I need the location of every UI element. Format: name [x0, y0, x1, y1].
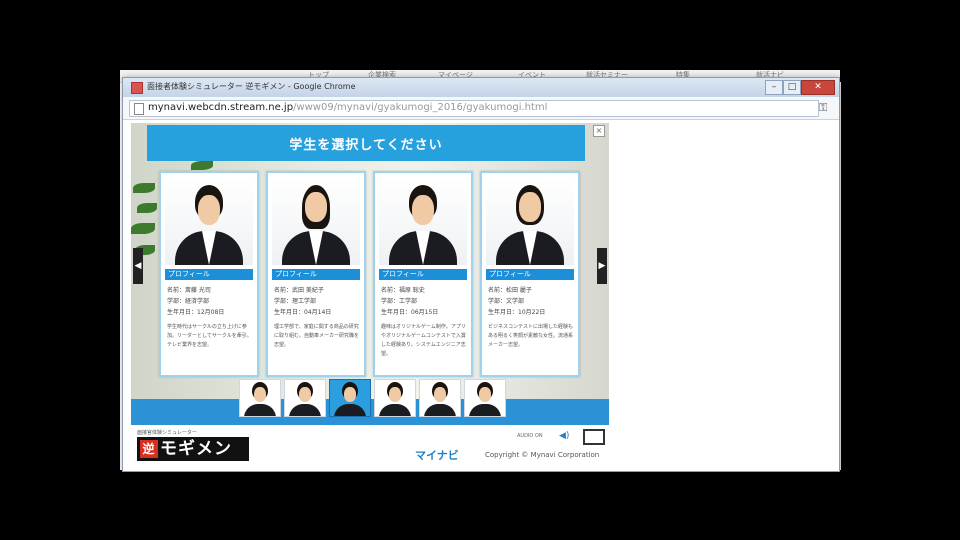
profile-label: プロフィール [272, 269, 360, 280]
candidate-info: 名前：斎藤 光司 学部：経済学部 生年月日：12月08日 [167, 285, 253, 318]
profile-label: プロフィール [165, 269, 253, 280]
simulator-stage: 学生を選択してください × ◀ ▶ プロフィール 名前：斎藤 光司 学部：経済学… [131, 123, 609, 425]
candidate-info: 名前：福原 聡史 学部：工学部 生年月日：06月15日 [381, 285, 467, 318]
candidate-card[interactable]: プロフィール 名前：松田 麗子 学部：文学部 生年月日：10月22日 ビジネスコ… [480, 171, 580, 377]
candidate-birthday: 生年月日：04月14日 [274, 309, 332, 316]
logo-text: モギメン [160, 439, 232, 459]
candidate-card[interactable]: プロフィール 名前：福原 聡史 学部：工学部 生年月日：06月15日 趣味はオリ… [373, 171, 473, 377]
page-icon [134, 103, 144, 115]
candidate-bio: 理工学部で、家庭に関する商品の研究に取り組む。自動車メーカー研究職を志望。 [274, 324, 360, 348]
profile-label: プロフィール [486, 269, 574, 280]
close-icon[interactable]: × [593, 125, 605, 137]
url-text: mynavi.webcdn.stream.ne.jp/www09/mynavi/… [148, 102, 547, 113]
candidate-name: 名前：福原 聡史 [381, 287, 425, 294]
student-thumbnail[interactable] [239, 379, 281, 417]
url-field[interactable]: mynavi.webcdn.stream.ne.jp/www09/mynavi/… [129, 100, 819, 117]
student-thumbnail[interactable] [464, 379, 506, 417]
address-bar: mynavi.webcdn.stream.ne.jp/www09/mynavi/… [123, 97, 839, 120]
popup-window: 面接者体験シミュレーター 逆モギメン - Google Chrome – □ ✕… [122, 77, 840, 472]
plant-leaf [131, 223, 155, 234]
candidate-photo [486, 177, 574, 265]
profile-label: プロフィール [379, 269, 467, 280]
app-icon [131, 82, 143, 94]
student-thumbnail[interactable] [419, 379, 461, 417]
candidate-faculty: 学部：文学部 [488, 298, 525, 305]
student-thumbnail[interactable] [284, 379, 326, 417]
candidate-card[interactable]: プロフィール 名前：武田 美紀子 学部：理工学部 生年月日：04月14日 理工学… [266, 171, 366, 377]
logo-tagline: 面接官体験シミュレーター [137, 430, 197, 436]
copyright-text: Copyright © Mynavi Corporation [485, 451, 600, 459]
gyakumogimen-logo: 面接官体験シミュレーター 逆モギメン [137, 429, 253, 463]
logo-red-mark: 逆 [140, 440, 158, 458]
audio-label: AUDIO ON [517, 433, 543, 439]
plant-leaf [137, 203, 157, 213]
candidate-photo [165, 177, 253, 265]
candidate-card[interactable]: プロフィール 名前：斎藤 光司 学部：経済学部 生年月日：12月08日 学生時代… [159, 171, 259, 377]
candidate-bio: 学生時代はサークルの立ち上げに参加。リーダーとしてサークルを牽引。テレビ業界を志… [167, 324, 252, 348]
url-path: /www09/mynavi/gyakumogi_2016/gyakumogi.h… [293, 102, 548, 113]
candidate-faculty: 学部：工学部 [381, 298, 418, 305]
candidate-birthday: 生年月日：12月08日 [167, 309, 225, 316]
candidate-bio: 趣味はオリジナルゲーム制作。アプリやオリジナルゲームコンテストで入賞した経験あり… [381, 324, 466, 357]
next-arrow-button[interactable]: ▶ [597, 248, 607, 284]
candidate-bio: ビジネスコンテストに出場した経験もある明るく笑顔が素敵な女性。流通系メーカー志望… [488, 324, 574, 348]
thumbnail-strip [131, 375, 609, 425]
candidate-faculty: 学部：経済学部 [167, 298, 210, 305]
key-icon[interactable]: ⚿ [819, 101, 827, 115]
plant-leaf [133, 183, 155, 193]
simulator-footer: 面接官体験シミュレーター 逆モギメン AUDIO ON ◀) マイナビ Copy… [131, 425, 609, 467]
close-window-button[interactable]: ✕ [801, 80, 835, 95]
candidate-birthday: 生年月日：06月15日 [381, 309, 439, 316]
logo-wordmark: 逆モギメン [137, 437, 249, 461]
maximize-button[interactable]: □ [783, 80, 801, 95]
url-domain: mynavi.webcdn.stream.ne.jp [148, 102, 294, 113]
plant-leaf [191, 161, 213, 170]
minimize-button[interactable]: – [765, 80, 783, 95]
window-title: 面接者体験シミュレーター 逆モギメン - Google Chrome [147, 82, 356, 91]
candidate-faculty: 学部：理工学部 [274, 298, 317, 305]
candidate-name: 名前：武田 美紀子 [274, 287, 324, 294]
window-titlebar[interactable]: 面接者体験シミュレーター 逆モギメン - Google Chrome – □ ✕ [123, 78, 839, 97]
candidate-name: 名前：松田 麗子 [488, 287, 532, 294]
speaker-icon[interactable]: ◀) [559, 431, 569, 441]
candidate-name: 名前：斎藤 光司 [167, 287, 211, 294]
student-thumbnail[interactable] [374, 379, 416, 417]
candidate-info: 名前：松田 麗子 学部：文学部 生年月日：10月22日 [488, 285, 574, 318]
candidate-photo [272, 177, 360, 265]
candidate-birthday: 生年月日：10月22日 [488, 309, 546, 316]
fullscreen-icon[interactable] [583, 429, 605, 445]
prev-arrow-button[interactable]: ◀ [133, 248, 143, 284]
candidate-info: 名前：武田 美紀子 学部：理工学部 生年月日：04月14日 [274, 285, 360, 318]
header-title: 学生を選択してください [289, 137, 443, 153]
student-thumbnail-selected[interactable] [329, 379, 371, 417]
mynavi-logo: マイナビ [415, 449, 459, 462]
candidate-photo [379, 177, 467, 265]
select-student-header: 学生を選択してください [147, 125, 585, 161]
